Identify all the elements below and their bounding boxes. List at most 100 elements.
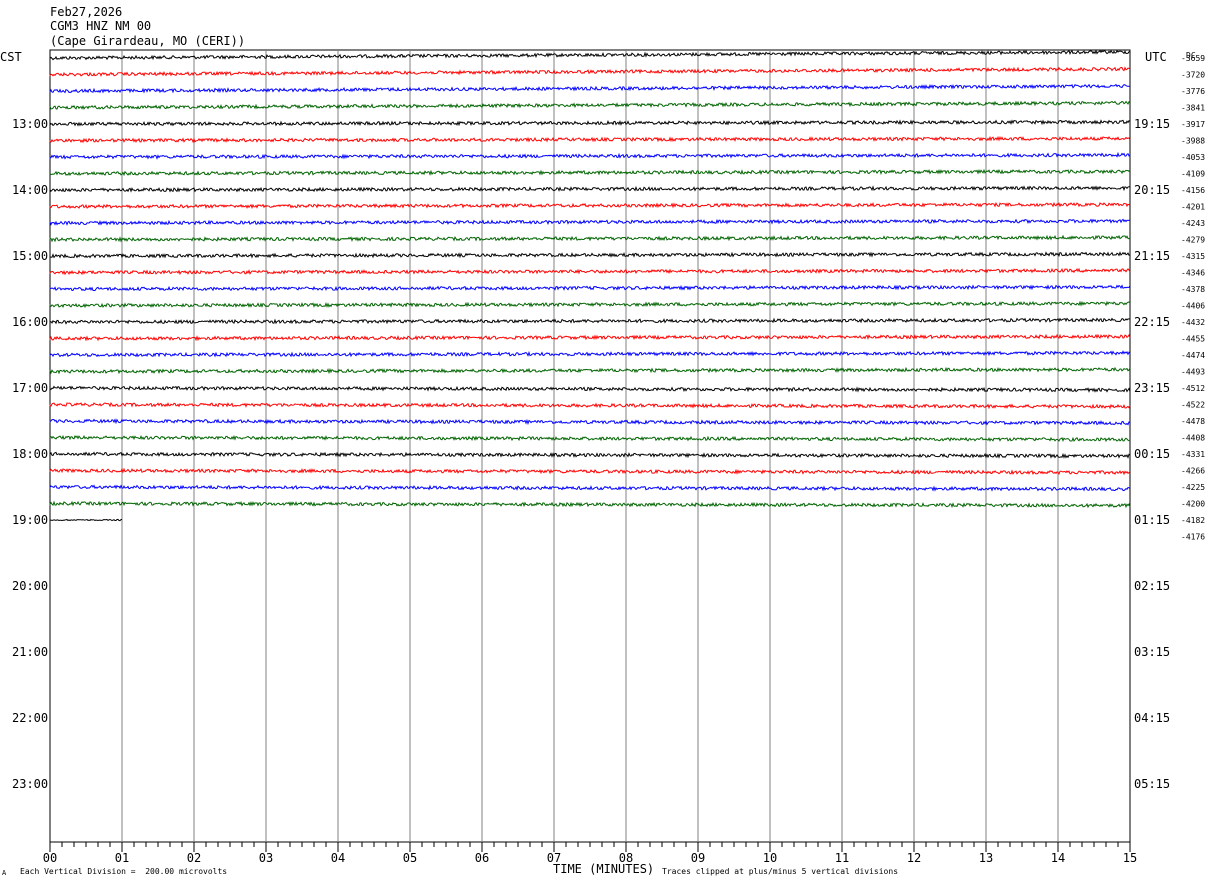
dc-offset-label: -4225 xyxy=(1181,483,1205,492)
x-tick-label: 10 xyxy=(763,851,777,865)
utc-axis-label: UTC xyxy=(1145,50,1167,64)
seismic-trace xyxy=(49,518,123,522)
x-tick-label: 09 xyxy=(691,851,705,865)
seismic-trace xyxy=(49,151,1131,160)
dc-offset-label: -3917 xyxy=(1181,120,1205,129)
utc-hour-label: 21:15 xyxy=(1134,249,1170,263)
seismic-trace xyxy=(49,185,1130,193)
x-tick-label: 11 xyxy=(835,851,849,865)
dc-offset-label: -4200 xyxy=(1181,500,1205,509)
corner-mark: A xyxy=(2,869,7,877)
dc-offset-label: -4378 xyxy=(1181,285,1205,294)
cst-hour-label: 20:00 xyxy=(12,579,48,593)
x-tick-label: 12 xyxy=(907,851,921,865)
dc-offset-label: -4522 xyxy=(1181,401,1205,410)
utc-hour-label: 05:15 xyxy=(1134,777,1170,791)
seismic-trace xyxy=(49,385,1131,393)
cst-hour-label: 23:00 xyxy=(12,777,48,791)
dc-offset-label: -4346 xyxy=(1181,269,1205,278)
cst-hour-label: 19:00 xyxy=(12,513,48,527)
seismic-trace xyxy=(49,317,1131,325)
dc-offset-label: -3988 xyxy=(1181,137,1205,146)
utc-hour-label: 22:15 xyxy=(1134,315,1170,329)
utc-hour-label: 20:15 xyxy=(1134,183,1170,197)
seismic-trace xyxy=(49,434,1131,443)
seismic-trace xyxy=(49,168,1131,177)
x-tick-label: 02 xyxy=(187,851,201,865)
seismic-trace xyxy=(49,402,1131,410)
seismic-trace xyxy=(49,484,1131,492)
scale-note: Each Vertical Division = 200.00 microvol… xyxy=(20,867,228,876)
x-axis-title: TIME (MINUTES) xyxy=(553,862,655,876)
x-tick-label: 03 xyxy=(259,851,273,865)
seismic-trace xyxy=(49,251,1131,259)
seismic-trace xyxy=(49,350,1131,358)
x-tick-label: 01 xyxy=(115,851,129,865)
cst-hour-label: 17:00 xyxy=(12,381,48,395)
dc-offset-label: -4478 xyxy=(1181,417,1205,426)
x-tick-label: 14 xyxy=(1051,851,1065,865)
cst-hour-label: 22:00 xyxy=(12,711,48,725)
dc-offset-label: -4201 xyxy=(1181,203,1205,212)
cst-axis-label: CST xyxy=(0,50,22,64)
seismic-trace xyxy=(49,135,1131,144)
seismic-trace xyxy=(49,100,1131,110)
seismic-trace xyxy=(49,300,1131,309)
seismic-trace xyxy=(49,500,1131,509)
x-tick-label: 15 xyxy=(1123,851,1137,865)
cst-hour-label: 14:00 xyxy=(12,183,48,197)
x-tick-label: 06 xyxy=(475,851,489,865)
dc-offset-label: -4109 xyxy=(1181,170,1205,179)
plot-frame xyxy=(49,49,1131,843)
seismic-trace xyxy=(49,467,1131,476)
seismic-trace xyxy=(49,333,1131,342)
utc-hour-label: 23:15 xyxy=(1134,381,1170,395)
utc-hour-label: 03:15 xyxy=(1134,645,1170,659)
seismic-trace xyxy=(49,451,1131,459)
utc-hour-label: 02:15 xyxy=(1134,579,1170,593)
seismic-trace xyxy=(49,201,1131,210)
seismic-trace xyxy=(49,418,1131,426)
seismic-trace xyxy=(49,284,1131,292)
dc-offset-label: -4156 xyxy=(1181,186,1205,195)
dc-offset-label: -4331 xyxy=(1181,450,1205,459)
seismic-trace xyxy=(49,119,1131,127)
dc-offset-label: -3659 xyxy=(1181,54,1205,63)
seismic-trace xyxy=(49,234,1131,243)
seismic-trace xyxy=(49,267,1131,276)
seismic-trace xyxy=(49,218,1131,226)
utc-hour-label: 01:15 xyxy=(1134,513,1170,527)
dc-offset-label: -4315 xyxy=(1181,252,1205,261)
dc-offset-label: -3841 xyxy=(1181,104,1205,113)
seismic-trace xyxy=(49,66,1131,77)
cst-hour-label: 18:00 xyxy=(12,447,48,461)
dc-offset-label: -4408 xyxy=(1181,434,1205,443)
dc-offset-label: -4182 xyxy=(1181,516,1205,525)
seismic-trace xyxy=(49,366,1131,375)
dc-offset-label: -4493 xyxy=(1181,368,1205,377)
seismic-trace xyxy=(49,49,1131,61)
dc-offset-label: -4512 xyxy=(1181,384,1205,393)
x-tick-label: 05 xyxy=(403,851,417,865)
clip-note: Traces clipped at plus/minus 5 vertical … xyxy=(662,867,899,876)
x-tick-label: 00 xyxy=(43,851,57,865)
dc-offset-label: -4406 xyxy=(1181,302,1205,311)
x-tick-label: 13 xyxy=(979,851,993,865)
dc-offset-label: -3776 xyxy=(1181,87,1205,96)
dc-offset-label: -4279 xyxy=(1181,236,1205,245)
cst-hour-label: 15:00 xyxy=(12,249,48,263)
dc-offset-label: -4455 xyxy=(1181,335,1205,344)
dc-offset-label: -4243 xyxy=(1181,219,1205,228)
dc-offset-label: -4266 xyxy=(1181,467,1205,476)
utc-hour-label: 04:15 xyxy=(1134,711,1170,725)
dc-offset-label: -4053 xyxy=(1181,153,1205,162)
helicorder-plot: 00 01 02 03 04 05 06 07 08 09 10 11 12 13 14 15CST UTC DC… xyxy=(0,49,1205,865)
seismic-trace xyxy=(49,83,1131,94)
dc-offset-label: -4474 xyxy=(1181,351,1205,360)
utc-hour-label: 19:15 xyxy=(1134,117,1170,131)
dc-offset-label: -3720 xyxy=(1181,71,1205,80)
cst-hour-label: 16:00 xyxy=(12,315,48,329)
utc-hour-label: 00:15 xyxy=(1134,447,1170,461)
dc-offset-label: -4176 xyxy=(1181,533,1205,542)
x-tick-label: 04 xyxy=(331,851,345,865)
